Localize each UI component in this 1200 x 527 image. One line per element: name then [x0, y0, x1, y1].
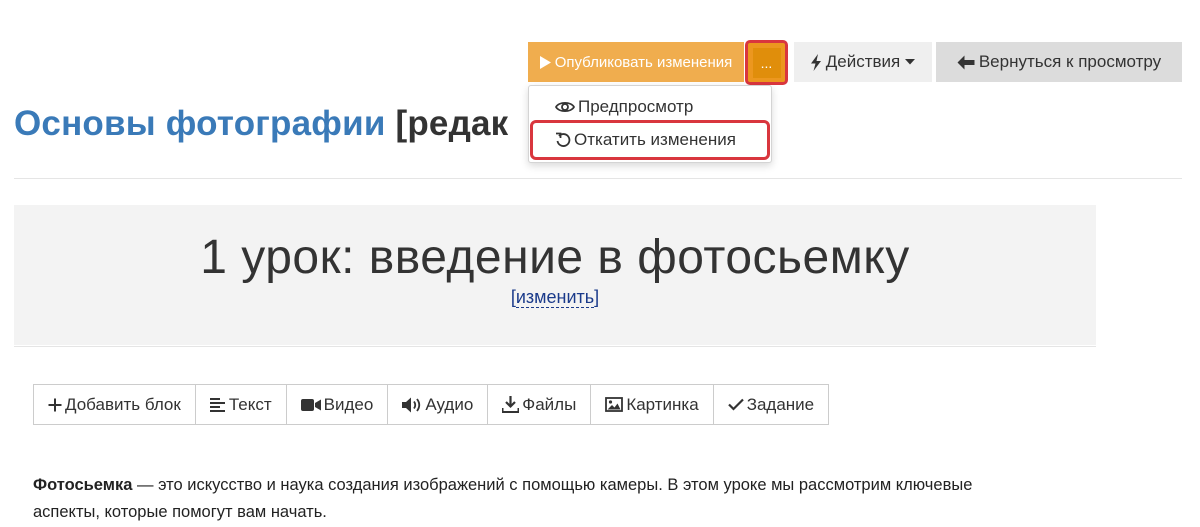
block-toolbar: Добавить блок Текст Видео Аудио Файлы Ка…: [33, 384, 830, 425]
lesson-edit-link[interactable]: изменить: [515, 287, 595, 308]
revert-highlight-frame: [530, 120, 770, 160]
title-divider: [14, 178, 1182, 179]
play-icon: [539, 55, 551, 69]
caret-down-icon: [905, 59, 916, 65]
video-camera-icon: [300, 398, 321, 411]
course-title: Основы фотографии: [14, 104, 386, 143]
publish-changes-button[interactable]: Опубликовать изменения: [528, 42, 744, 82]
image-block-label: Картинка: [626, 394, 699, 414]
arrow-left-icon: [957, 55, 975, 69]
back-to-view-button[interactable]: Вернуться к просмотру: [936, 42, 1182, 82]
actions-dropdown-button[interactable]: Действия: [794, 42, 932, 82]
add-block-button[interactable]: Добавить блок: [34, 385, 196, 424]
task-block-button[interactable]: Задание: [714, 385, 828, 424]
align-left-icon: [209, 397, 225, 412]
page-title: Основы фотографии [редак: [14, 104, 508, 144]
edit-mode-tag: [редак: [395, 104, 509, 143]
paragraph-term: Фотосьемка: [33, 476, 133, 494]
plus-icon: [48, 398, 62, 411]
audio-block-label: Аудио: [425, 394, 474, 414]
check-icon: [727, 398, 744, 411]
text-block-button[interactable]: Текст: [196, 385, 287, 424]
paragraph-text: — это искусство и наука создания изображ…: [33, 476, 973, 521]
video-block-label: Видео: [323, 394, 374, 414]
more-options-button[interactable]: ...: [745, 40, 788, 85]
add-block-label: Добавить блок: [65, 394, 181, 414]
files-block-label: Файлы: [522, 394, 577, 414]
image-block-button[interactable]: Картинка: [591, 385, 714, 424]
lesson-title: 1 урок: введение в фотосьемку: [200, 231, 910, 284]
lesson-header: 1 урок: введение в фотосьемку [изменить]: [14, 205, 1096, 345]
files-block-button[interactable]: Файлы: [488, 385, 592, 424]
menu-item-preview-label: Предпросмотр: [578, 97, 694, 116]
lesson-edit-bracket-close: ]: [594, 287, 600, 307]
lesson-edit-wrapper: [изменить]: [14, 287, 1096, 308]
actions-label: Действия: [825, 52, 901, 71]
download-icon: [502, 396, 520, 413]
lightning-icon: [810, 53, 821, 71]
image-icon: [605, 397, 624, 412]
task-block-label: Задание: [746, 394, 815, 414]
video-block-button[interactable]: Видео: [287, 385, 389, 424]
menu-item-preview[interactable]: Предпросмотр: [529, 91, 771, 123]
lesson-paragraph: Фотосьемка — это искусство и наука созда…: [33, 472, 1043, 526]
eye-icon: [555, 101, 575, 113]
back-to-view-label: Вернуться к просмотру: [978, 52, 1162, 71]
audio-block-button[interactable]: Аудио: [388, 385, 489, 424]
text-block-label: Текст: [228, 394, 272, 414]
publish-changes-label: Опубликовать изменения: [554, 53, 733, 71]
more-options-label: ...: [760, 54, 773, 71]
volume-icon: [402, 397, 421, 412]
lesson-divider: [14, 346, 1096, 347]
